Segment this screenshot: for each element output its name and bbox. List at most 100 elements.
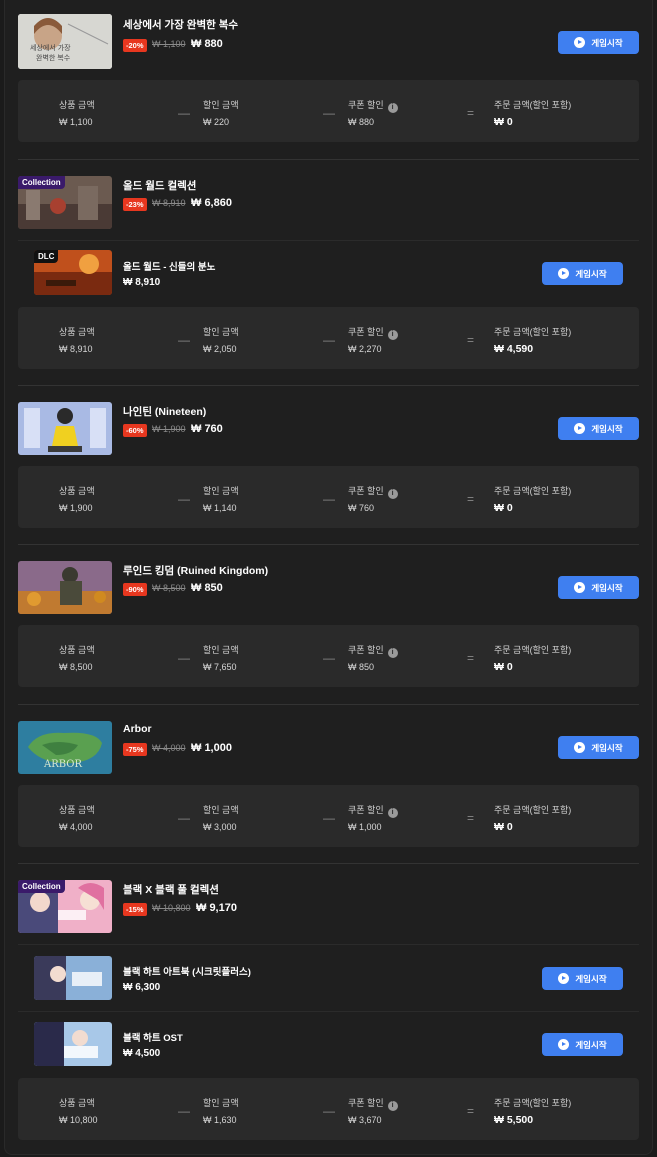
- order-amount-value: ₩ 0: [494, 821, 513, 833]
- item-price: ₩ 6,300: [123, 982, 161, 993]
- discount-amount-value: ₩ 1,630: [203, 1115, 237, 1125]
- info-icon[interactable]: i: [387, 103, 398, 113]
- item-thumbnail[interactable]: [34, 1022, 112, 1066]
- dlc-thumbnail[interactable]: DLC: [34, 250, 112, 295]
- play-game-button[interactable]: 게임시작: [558, 576, 639, 599]
- play-game-button[interactable]: 게임시작: [542, 262, 623, 285]
- game-title: 루인드 킹덤 (Ruined Kingdom): [123, 565, 269, 577]
- minus-sign: —: [178, 1104, 190, 1118]
- minus-sign: —: [323, 492, 335, 506]
- play-icon: [558, 268, 570, 279]
- discount-badge: -90%: [123, 583, 147, 596]
- play-game-button[interactable]: 게임시작: [558, 31, 639, 54]
- order-amount-label: 주문 금액(할인 포함): [494, 1098, 572, 1108]
- order-amount-value: ₩ 4,590: [494, 343, 534, 355]
- order-divider: [18, 863, 639, 864]
- play-game-button[interactable]: 게임시작: [558, 417, 639, 440]
- dlc-title: 올드 월드 - 신들의 분노: [123, 262, 216, 273]
- equals-sign: =: [467, 106, 475, 120]
- product-amount-value: ₩ 10,800: [59, 1115, 98, 1125]
- game-title: 나인틴 (Nineteen): [123, 406, 207, 418]
- order-divider: [18, 704, 639, 705]
- order-amount-label: 주문 금액(할인 포함): [494, 486, 572, 496]
- dlc-price: ₩ 8,910: [123, 277, 161, 288]
- info-icon[interactable]: i: [387, 489, 398, 499]
- item-title: 블랙 하트 OST: [123, 1033, 183, 1044]
- coupon-discount-label: 쿠폰 할인: [348, 327, 384, 337]
- order-amount-value: ₩ 0: [494, 502, 513, 514]
- product-amount-label: 상품 금액: [59, 1098, 95, 1108]
- coupon-discount-label: 쿠폰 할인: [348, 100, 384, 110]
- product-amount-value: ₩ 8,500: [59, 662, 93, 672]
- discount-badge: -75%: [123, 743, 147, 756]
- game-thumbnail[interactable]: [18, 402, 112, 455]
- play-icon: [574, 742, 586, 753]
- info-icon[interactable]: i: [387, 1101, 398, 1111]
- price-summary: 상품 금액 ₩ 8,500 — 할인 금액 ₩ 7,650 — 쿠폰 할인 i ₩…: [18, 625, 639, 687]
- play-game-button[interactable]: 게임시작: [558, 736, 639, 759]
- discount-badge: -20%: [123, 39, 147, 52]
- discount-amount-value: ₩ 1,140: [203, 503, 237, 513]
- order-divider: [18, 159, 639, 160]
- game-thumbnail[interactable]: 세상에서 가장 완벽한 복수: [18, 14, 112, 69]
- equals-sign: =: [467, 811, 475, 825]
- svg-text:완벽한 복수: 완벽한 복수: [36, 53, 71, 62]
- info-icon[interactable]: i: [387, 808, 398, 818]
- minus-sign: —: [178, 811, 190, 825]
- game-thumbnail[interactable]: ARBOR: [18, 721, 112, 774]
- minus-sign: —: [323, 106, 335, 120]
- order-amount-label: 주문 금액(할인 포함): [494, 100, 572, 110]
- original-price: ₩ 8,500: [152, 583, 186, 593]
- discount-amount-value: ₩ 3,000: [203, 822, 237, 832]
- order-amount-label: 주문 금액(할인 포함): [494, 645, 572, 655]
- minus-sign: —: [178, 333, 190, 347]
- discount-amount-value: ₩ 220: [203, 117, 230, 127]
- coupon-discount-label: 쿠폰 할인: [348, 486, 384, 496]
- thumbnail-logo: ARBOR: [44, 759, 83, 770]
- price-summary: 상품 금액 ₩ 1,900 — 할인 금액 ₩ 1,140 — 쿠폰 할인 i ₩…: [18, 466, 639, 528]
- game-thumbnail[interactable]: [18, 561, 112, 614]
- order-amount-label: 주문 금액(할인 포함): [494, 327, 572, 337]
- coupon-discount-value: ₩ 3,670: [348, 1115, 382, 1125]
- original-price: ₩ 1,100: [152, 39, 186, 49]
- order-amount-label: 주문 금액(할인 포함): [494, 805, 572, 815]
- order-amount-value: ₩ 5,500: [494, 1114, 534, 1126]
- play-icon: [558, 1039, 570, 1050]
- coupon-discount-value: ₩ 880: [348, 117, 375, 127]
- equals-sign: =: [467, 651, 475, 665]
- coupon-discount-value: ₩ 760: [348, 503, 375, 513]
- price-summary: 상품 금액 ₩ 4,000 — 할인 금액 ₩ 3,000 — 쿠폰 할인 i ₩…: [18, 785, 639, 847]
- game-thumbnail[interactable]: Collection: [18, 880, 112, 933]
- order-divider: [18, 385, 639, 386]
- order-amount-value: ₩ 0: [494, 661, 513, 673]
- equals-sign: =: [467, 1104, 475, 1118]
- play-game-button[interactable]: 게임시작: [542, 1033, 623, 1056]
- product-amount-label: 상품 금액: [59, 486, 95, 496]
- discount-badge: -60%: [123, 424, 147, 437]
- minus-sign: —: [178, 651, 190, 665]
- original-price: ₩ 8,910: [152, 198, 186, 208]
- product-amount-value: ₩ 1,100: [59, 117, 93, 127]
- product-amount-value: ₩ 8,910: [59, 344, 93, 354]
- play-icon: [574, 37, 586, 48]
- minus-sign: —: [178, 106, 190, 120]
- item-thumbnail[interactable]: [34, 956, 112, 1000]
- coupon-discount-label: 쿠폰 할인: [348, 805, 384, 815]
- info-icon[interactable]: i: [387, 648, 398, 658]
- coupon-discount-label: 쿠폰 할인: [348, 645, 384, 655]
- item-divider: [18, 240, 639, 241]
- info-icon[interactable]: i: [387, 330, 398, 340]
- discount-badge: -15%: [123, 903, 147, 916]
- coupon-discount-value: ₩ 1,000: [348, 822, 382, 832]
- product-amount-value: ₩ 4,000: [59, 822, 93, 832]
- item-price: ₩ 4,500: [123, 1048, 161, 1059]
- price-summary: 상품 금액 ₩ 10,800 — 할인 금액 ₩ 1,630 — 쿠폰 할인 i …: [18, 1078, 639, 1140]
- minus-sign: —: [323, 811, 335, 825]
- item-divider: [18, 944, 639, 945]
- collection-badge: Collection: [18, 880, 65, 893]
- play-game-button[interactable]: 게임시작: [542, 967, 623, 990]
- discount-amount-label: 할인 금액: [203, 486, 239, 496]
- game-thumbnail[interactable]: Collection: [18, 176, 112, 229]
- discount-amount-value: ₩ 2,050: [203, 344, 237, 354]
- dlc-badge: DLC: [34, 250, 59, 263]
